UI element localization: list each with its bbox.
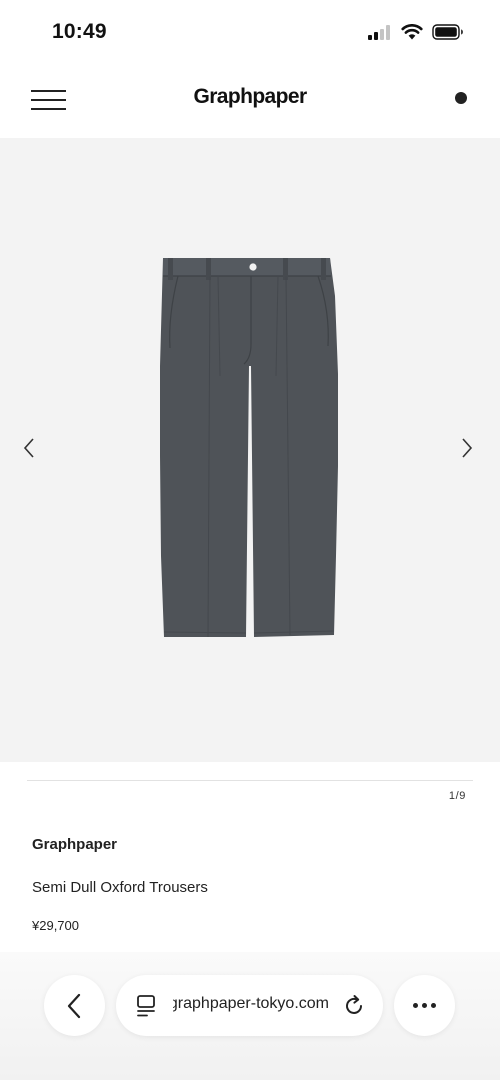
wifi-icon	[401, 24, 423, 40]
chevron-left-icon	[67, 993, 80, 1018]
product-brand[interactable]: Graphpaper	[32, 836, 117, 853]
divider	[27, 780, 473, 781]
browser-back-button[interactable]	[44, 975, 105, 1036]
status-bar: 10:49	[0, 0, 500, 66]
chevron-right-icon[interactable]	[454, 434, 478, 462]
brand-logo[interactable]: Graphpaper	[0, 85, 500, 109]
cart-dot-icon[interactable]	[455, 92, 467, 104]
product-gallery[interactable]	[0, 138, 500, 762]
url-text[interactable]: graphpaper-tokyo.com	[173, 995, 329, 1013]
address-bar[interactable]: graphpaper-tokyo.com	[116, 975, 383, 1036]
tab-overview-icon[interactable]	[136, 994, 158, 1018]
site-header: Graphpaper	[0, 66, 500, 138]
reload-icon[interactable]	[342, 994, 366, 1018]
status-icons	[368, 24, 464, 40]
status-time: 10:49	[52, 20, 107, 43]
cellular-signal-icon	[368, 24, 390, 40]
product-price: ¥29,700	[32, 918, 79, 933]
chevron-left-icon[interactable]	[18, 434, 42, 462]
product-name: Semi Dull Oxford Trousers	[32, 879, 208, 896]
battery-icon	[432, 24, 463, 40]
browser-toolbar: graphpaper-tokyo.com	[0, 952, 500, 1080]
more-dots-icon[interactable]	[394, 975, 455, 1036]
product-image	[160, 258, 338, 638]
slide-counter: 1/9	[448, 790, 466, 802]
